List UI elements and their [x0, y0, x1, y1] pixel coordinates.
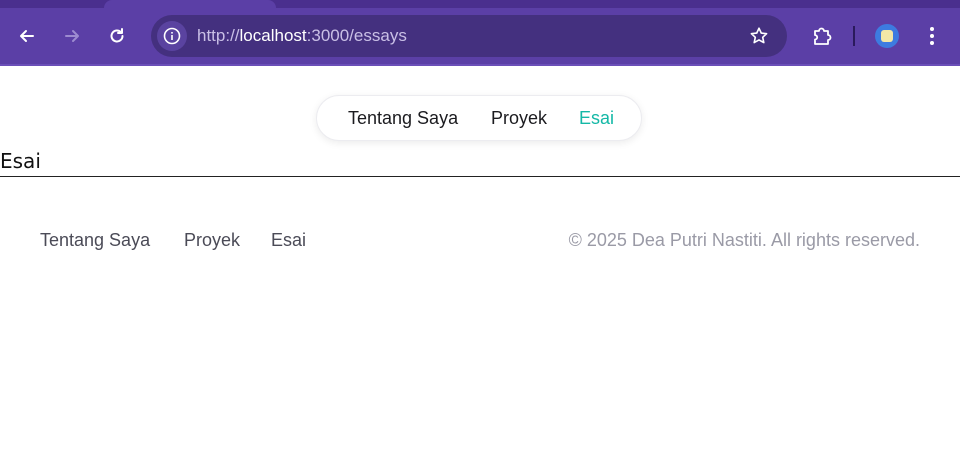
url-path: :3000/essays [306, 26, 407, 45]
browser-menu-button[interactable] [918, 20, 946, 52]
footer-link-about[interactable]: Tentang Saya [40, 230, 150, 251]
avatar[interactable] [875, 24, 899, 48]
url-scheme: http:// [197, 26, 240, 45]
nav-link-essays[interactable]: Esai [579, 108, 614, 129]
footer-link-projects[interactable]: Proyek [184, 230, 240, 251]
toolbar-border [0, 64, 960, 66]
reload-button[interactable] [101, 20, 133, 52]
active-tab[interactable] [104, 0, 276, 8]
footer-link-essays[interactable]: Esai [271, 230, 306, 251]
kebab-menu-icon [930, 27, 934, 45]
puzzle-icon [814, 27, 832, 45]
url-text[interactable]: http://localhost:3000/essays [197, 26, 407, 46]
browser-toolbar: http://localhost:3000/essays [0, 0, 960, 66]
arrow-left-icon [20, 30, 34, 42]
copyright-text: © 2025 Dea Putri Nastiti. All rights res… [568, 230, 920, 250]
extensions-button[interactable] [806, 20, 838, 52]
forward-button[interactable] [56, 20, 88, 52]
url-host: localhost [239, 26, 307, 45]
back-button[interactable] [11, 20, 43, 52]
nav-link-projects[interactable]: Proyek [491, 108, 547, 129]
info-icon [163, 27, 181, 45]
site-info-button[interactable] [157, 21, 187, 51]
heading-divider [0, 176, 960, 177]
address-bar[interactable]: http://localhost:3000/essays [151, 15, 787, 57]
main-navigation: Tentang Saya Proyek Esai [316, 95, 642, 141]
star-icon[interactable] [749, 26, 769, 46]
page-title: Esai [0, 149, 41, 173]
nav-link-about[interactable]: Tentang Saya [348, 108, 458, 129]
reload-icon [110, 28, 124, 43]
toolbar-divider [853, 26, 855, 46]
avatar-image [881, 30, 893, 42]
arrow-right-icon [65, 30, 79, 42]
